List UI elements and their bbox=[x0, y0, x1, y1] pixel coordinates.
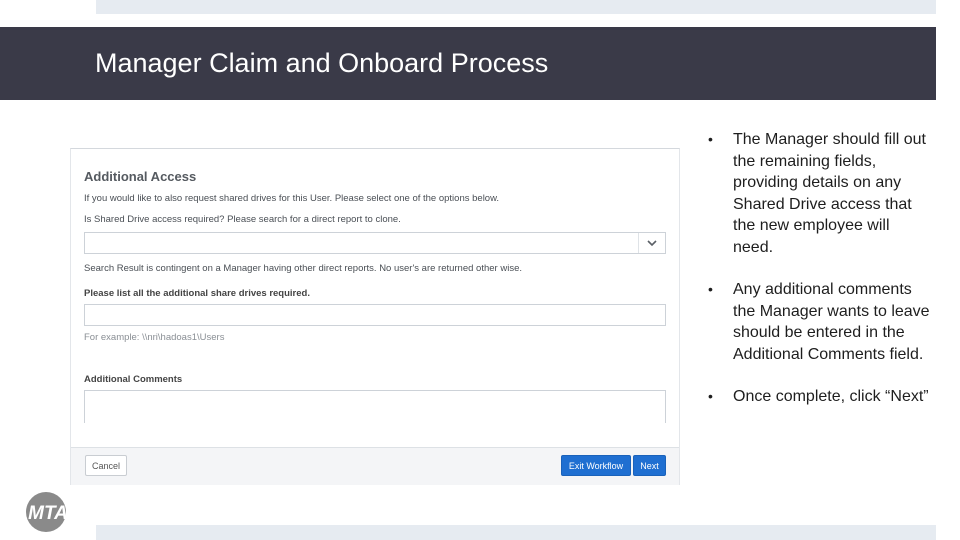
instruction-text: Once complete, click “Next” bbox=[733, 388, 929, 405]
top-decorative-strip bbox=[96, 0, 936, 14]
intro-text: If you would like to also request shared… bbox=[84, 193, 500, 204]
share-drives-input[interactable] bbox=[84, 304, 666, 326]
section-title: Additional Access bbox=[84, 169, 197, 184]
bullet-dot: • bbox=[708, 388, 713, 404]
shared-drive-label: Is Shared Drive access required? Please … bbox=[84, 214, 401, 225]
slide-title: Manager Claim and Onboard Process bbox=[95, 48, 549, 78]
bottom-decorative-strip bbox=[96, 525, 936, 540]
example-text: For example: \\nri\hadoas1\Users bbox=[84, 332, 225, 343]
search-note: Search Result is contingent on a Manager… bbox=[84, 263, 522, 274]
instruction-item: • Once complete, click “Next” bbox=[708, 386, 933, 408]
comments-label: Additional Comments bbox=[84, 374, 183, 385]
exit-workflow-button[interactable]: Exit Workflow bbox=[561, 455, 631, 476]
form-screenshot: Additional Access If you would like to a… bbox=[70, 148, 680, 485]
instruction-list: • The Manager should fill out the remain… bbox=[708, 129, 933, 429]
select-divider bbox=[638, 233, 639, 253]
bullet-dot: • bbox=[708, 281, 713, 297]
next-button[interactable]: Next bbox=[633, 455, 666, 476]
logo-text: MTA bbox=[28, 503, 68, 524]
form-footer: Cancel Exit Workflow Next bbox=[71, 447, 679, 485]
chevron-down-icon[interactable] bbox=[645, 236, 659, 250]
bullet-dot: • bbox=[708, 131, 713, 147]
shared-drive-select[interactable] bbox=[84, 232, 666, 254]
comments-textarea[interactable] bbox=[84, 390, 666, 423]
share-drives-label: Please list all the additional share dri… bbox=[84, 288, 310, 299]
cancel-button[interactable]: Cancel bbox=[85, 455, 127, 476]
instruction-item: • The Manager should fill out the remain… bbox=[708, 129, 933, 258]
mta-logo: MTA bbox=[26, 492, 68, 532]
instruction-text: Any additional comments the Manager want… bbox=[733, 281, 930, 363]
instruction-item: • Any additional comments the Manager wa… bbox=[708, 279, 933, 365]
instruction-text: The Manager should fill out the remainin… bbox=[733, 131, 926, 256]
